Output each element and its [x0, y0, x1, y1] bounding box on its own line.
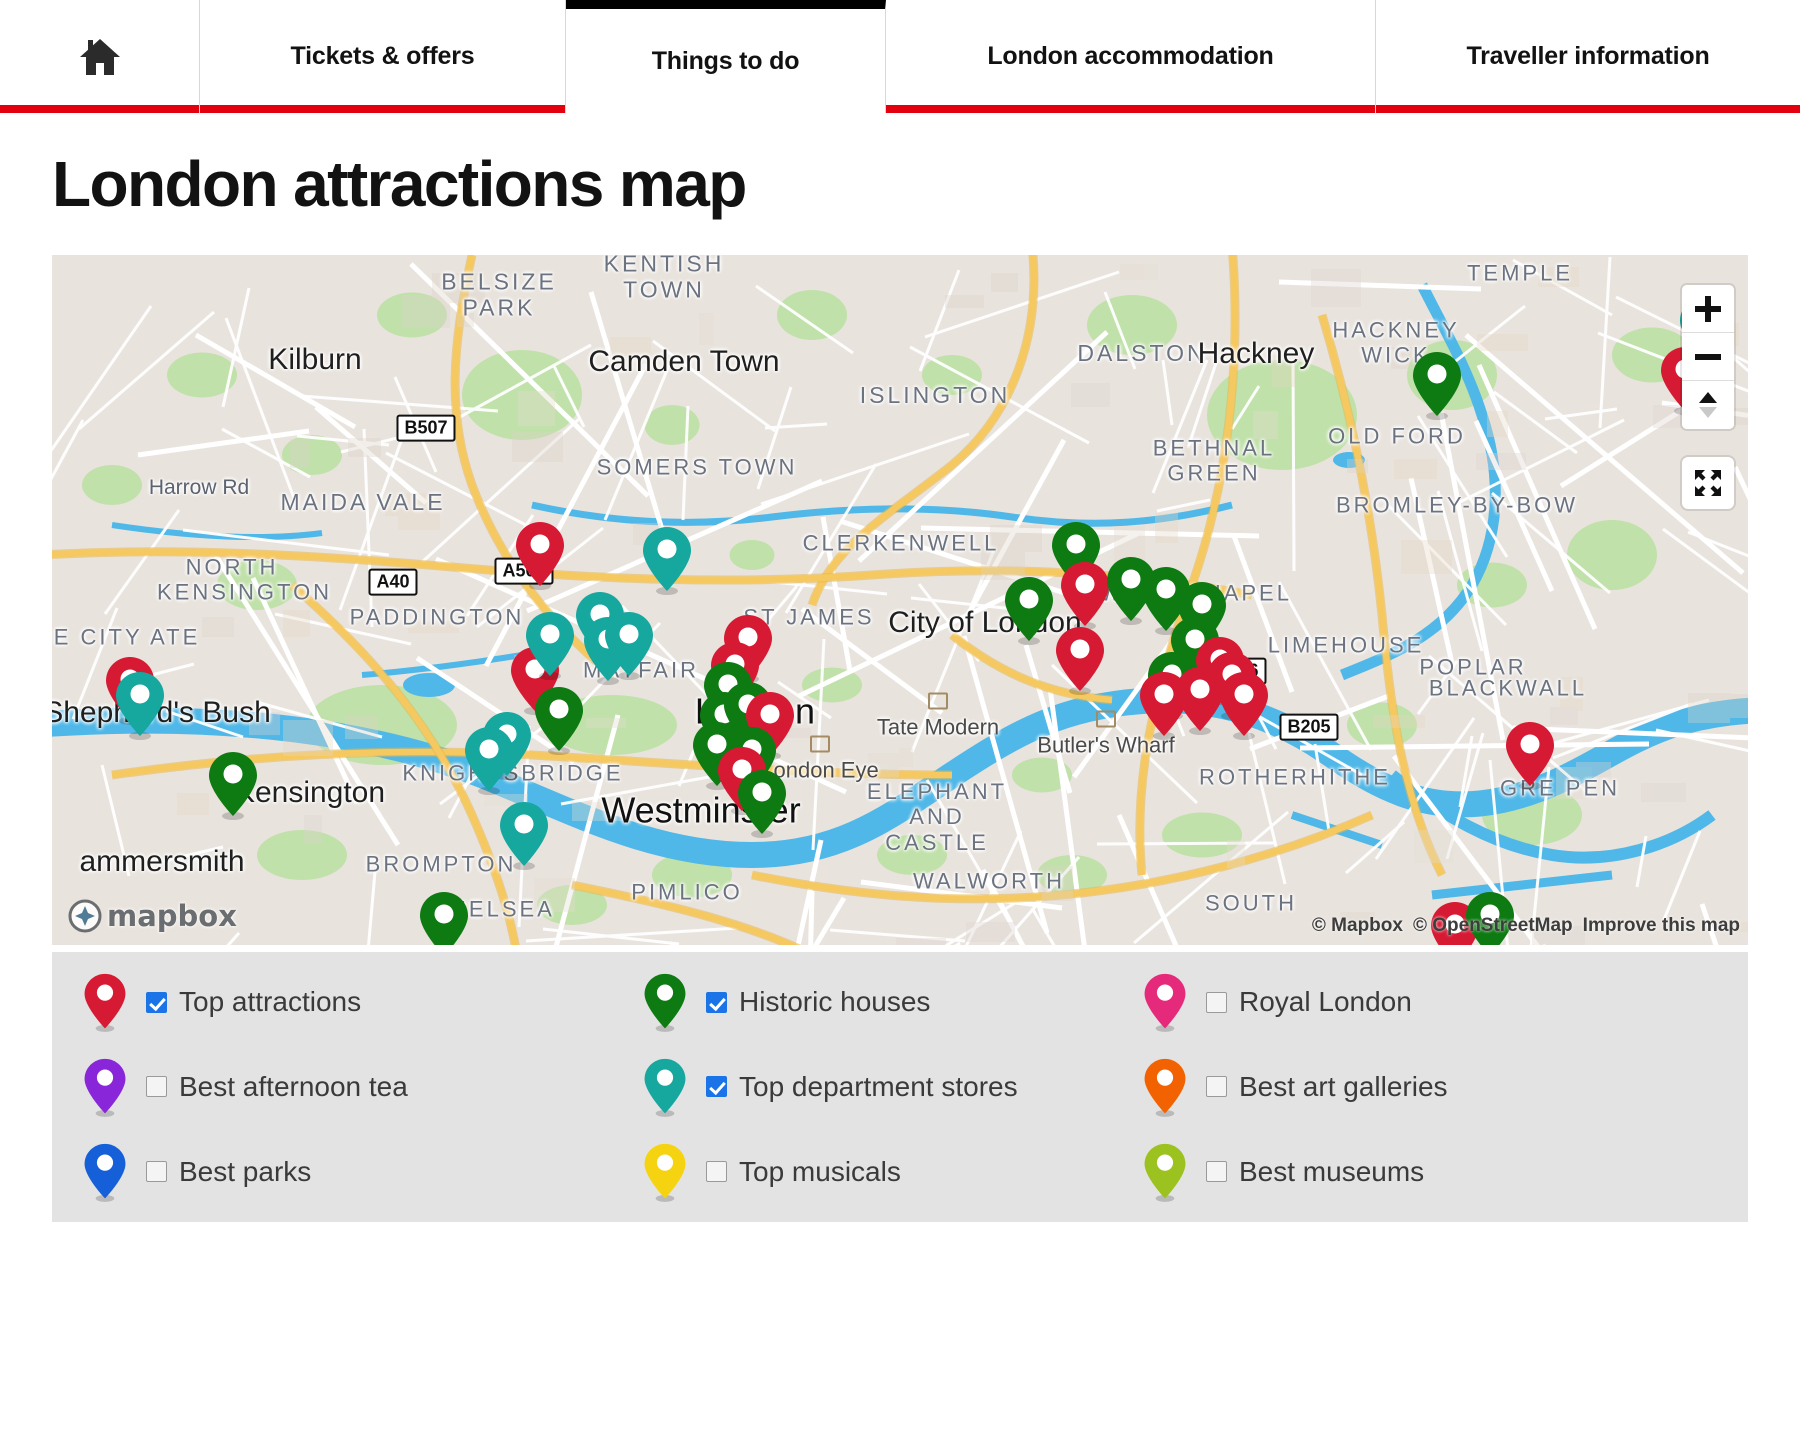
legend-pin-icon	[642, 972, 688, 1033]
compass-reset-button[interactable]	[1682, 381, 1734, 429]
legend-item-historic-houses[interactable]: Historic houses	[642, 962, 1142, 1042]
legend-checkbox-best-afternoon-tea[interactable]	[146, 1076, 167, 1098]
legend-checkbox-best-art-galleries[interactable]	[1206, 1076, 1227, 1098]
mapbox-wordmark: mapbox	[107, 899, 237, 933]
legend-checkbox-historic-houses[interactable]	[706, 991, 727, 1013]
legend-pin-icon	[1142, 972, 1188, 1033]
legend-label: Top department stores	[739, 1070, 1018, 1102]
map-pin[interactable]	[206, 750, 260, 820]
legend-checkbox-royal-london[interactable]	[1206, 991, 1227, 1013]
map-poi-icon	[810, 735, 830, 753]
legend-checkbox-best-parks[interactable]	[146, 1161, 167, 1183]
legend-label: Top musicals	[739, 1155, 901, 1187]
legend-pin-icon	[82, 1057, 128, 1117]
nav-tab-label: Traveller information	[1466, 42, 1710, 70]
legend-item-best-afternoon-tea[interactable]: Best afternoon tea	[82, 1047, 642, 1127]
legend-pin-icon	[82, 1142, 128, 1202]
plus-icon	[1695, 295, 1721, 322]
legend-item-top-musicals[interactable]: Top musicals	[642, 1132, 1142, 1212]
attribution-mapbox[interactable]: © Mapbox	[1312, 915, 1403, 937]
nav-home-tab[interactable]	[0, 0, 200, 113]
map-zoom-controls[interactable]	[1682, 285, 1734, 429]
map-pin[interactable]	[1503, 720, 1557, 790]
minus-icon	[1695, 344, 1721, 370]
map-pin[interactable]	[1002, 575, 1056, 645]
main-navigation: Tickets & offers Things to do London acc…	[0, 0, 1800, 113]
legend-label: Royal London	[1239, 986, 1412, 1018]
zoom-out-button[interactable]	[1682, 333, 1734, 381]
mapbox-mark-icon	[68, 899, 102, 933]
legend-item-top-attractions[interactable]: Top attractions	[82, 962, 642, 1042]
attractions-map[interactable]: BELSIZE PARK KENTISH TOWN Camden Town Kilbu…	[52, 255, 1748, 945]
page-title: London attractions map	[52, 148, 747, 220]
map-tiles[interactable]	[52, 255, 1748, 945]
legend-checkbox-best-museums[interactable]	[1206, 1161, 1227, 1183]
compass-icon	[1695, 390, 1721, 420]
zoom-in-button[interactable]	[1682, 285, 1734, 333]
nav-tab-label: Things to do	[651, 46, 800, 75]
map-poi-icon	[1096, 710, 1116, 728]
legend-pin-icon	[1142, 1057, 1188, 1117]
map-pin[interactable]	[462, 725, 516, 795]
map-pin[interactable]	[497, 800, 551, 870]
fullscreen-button[interactable]	[1682, 457, 1734, 509]
map-pin[interactable]	[1217, 670, 1271, 740]
map-pin[interactable]	[640, 525, 694, 595]
legend-pin-icon	[642, 1057, 688, 1117]
fullscreen-icon	[1695, 470, 1721, 496]
legend-checkbox-top-musicals[interactable]	[706, 1161, 727, 1183]
legend-item-best-museums[interactable]: Best museums	[1142, 1132, 1748, 1212]
legend-pin-icon	[642, 1142, 688, 1202]
legend-label: Best afternoon tea	[179, 1070, 408, 1102]
map-attribution: © Mapbox © OpenStreetMap Improve this ma…	[1312, 915, 1740, 937]
legend-label: Top attractions	[179, 986, 362, 1018]
legend-item-best-parks[interactable]: Best parks	[82, 1132, 642, 1212]
mapbox-logo[interactable]: mapbox	[68, 899, 237, 933]
nav-tab-traveller-information[interactable]: Traveller information	[1376, 0, 1800, 113]
legend-label: Best parks	[179, 1155, 312, 1187]
map-pin[interactable]	[532, 685, 586, 755]
legend-label: Best art galleries	[1239, 1070, 1448, 1102]
legend-checkbox-top-attractions[interactable]	[146, 991, 167, 1013]
map-legend: Top attractions Historic houses Royal Lond…	[52, 952, 1748, 1222]
nav-tab-things-to-do[interactable]: Things to do	[566, 0, 886, 113]
map-pin[interactable]	[1410, 350, 1464, 420]
legend-checkbox-top-department-stores[interactable]	[706, 1076, 727, 1098]
attribution-openstreetmap[interactable]: © OpenStreetMap	[1413, 915, 1573, 937]
improve-this-map-link[interactable]: Improve this map	[1583, 915, 1740, 937]
map-pin[interactable]	[1053, 625, 1107, 695]
map-pin[interactable]	[735, 768, 789, 838]
map-pin[interactable]	[417, 890, 471, 945]
nav-tab-tickets-offers[interactable]: Tickets & offers	[200, 0, 566, 113]
home-icon	[78, 36, 122, 78]
legend-item-royal-london[interactable]: Royal London	[1142, 962, 1748, 1042]
nav-tab-label: London accommodation	[987, 42, 1274, 70]
map-poi-icon	[928, 692, 948, 710]
map-pin[interactable]	[602, 610, 656, 680]
legend-pin-icon	[1142, 1142, 1188, 1202]
legend-item-best-art-galleries[interactable]: Best art galleries	[1142, 1047, 1748, 1127]
legend-pin-icon	[82, 972, 128, 1033]
map-pin[interactable]	[113, 670, 167, 740]
nav-tab-london-accommodation[interactable]: London accommodation	[886, 0, 1376, 113]
legend-label: Best museums	[1239, 1155, 1425, 1187]
map-pin[interactable]	[523, 610, 577, 680]
map-pin[interactable]	[513, 520, 567, 590]
legend-item-top-department-stores[interactable]: Top department stores	[642, 1047, 1142, 1127]
nav-tab-label: Tickets & offers	[290, 42, 475, 70]
legend-label: Historic houses	[739, 986, 931, 1018]
